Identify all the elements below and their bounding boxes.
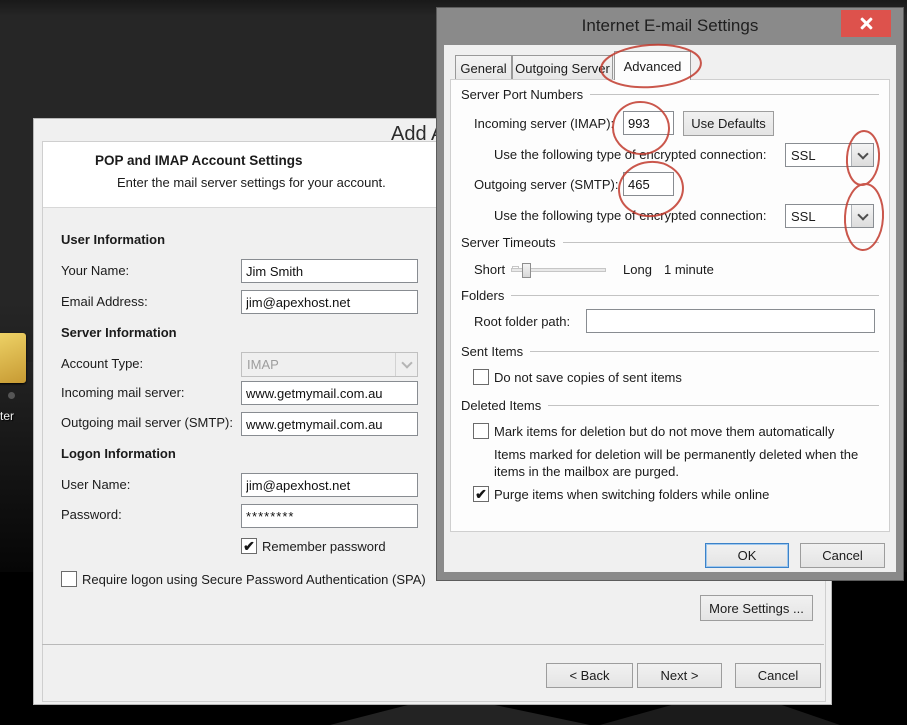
checkbox-mark-items[interactable] <box>473 423 489 439</box>
checkbox-purge-items[interactable]: ✔ <box>473 486 489 502</box>
wizard-header-subtitle: Enter the mail server settings for your … <box>117 175 386 190</box>
close-button[interactable] <box>841 10 891 37</box>
deleted-items-note: Items marked for deletion will be perman… <box>494 446 876 480</box>
group-folders: Folders <box>461 288 879 303</box>
group-deleted-items: Deleted Items <box>461 398 879 413</box>
user-name-input[interactable] <box>241 473 418 497</box>
password-label: Password: <box>61 507 122 522</box>
chevron-down-icon[interactable] <box>851 144 873 166</box>
tab-outgoing-server[interactable]: Outgoing Server <box>512 55 613 80</box>
ok-button[interactable]: OK <box>705 543 789 568</box>
group-sent-items-caption: Sent Items <box>461 344 523 359</box>
outgoing-encryption-value: SSL <box>786 209 851 224</box>
purge-items-label: Purge items when switching folders while… <box>494 487 769 502</box>
account-type-value: IMAP <box>242 357 395 372</box>
timeout-short-label: Short <box>474 262 505 277</box>
section-user-information: User Information <box>61 232 165 247</box>
timeout-long-label: Long <box>623 262 652 277</box>
tab-advanced[interactable]: Advanced <box>614 51 691 80</box>
chevron-down-icon[interactable] <box>851 205 873 227</box>
desktop-icon-label: ter <box>0 409 14 423</box>
outgoing-mail-server-label: Outgoing mail server (SMTP): <box>61 415 233 430</box>
incoming-mail-server-label: Incoming mail server: <box>61 385 185 400</box>
outgoing-encryption-label: Use the following type of encrypted conn… <box>494 208 766 223</box>
slider-thumb[interactable] <box>522 263 531 278</box>
password-input[interactable] <box>241 504 418 528</box>
account-type-label: Account Type: <box>61 356 143 371</box>
do-not-save-copies-label: Do not save copies of sent items <box>494 370 682 385</box>
checkbox-spa[interactable] <box>61 571 77 587</box>
back-button[interactable]: < Back <box>546 663 633 688</box>
group-sent-items: Sent Items <box>461 344 879 359</box>
email-address-label: Email Address: <box>61 294 148 309</box>
desktop-icon-decoration <box>8 392 15 399</box>
outgoing-port-input[interactable] <box>623 172 674 196</box>
your-name-label: Your Name: <box>61 263 129 278</box>
incoming-port-input[interactable] <box>623 111 674 135</box>
email-address-input[interactable] <box>241 290 418 314</box>
your-name-input[interactable] <box>241 259 418 283</box>
account-type-select: IMAP <box>241 352 418 377</box>
checkbox-remember-password[interactable]: ✔ <box>241 538 257 554</box>
group-server-timeouts: Server Timeouts <box>461 235 879 250</box>
incoming-encryption-select[interactable]: SSL <box>785 143 874 167</box>
use-defaults-button[interactable]: Use Defaults <box>683 111 774 136</box>
email-settings-client-area: General Outgoing Server Advanced Server … <box>444 45 896 572</box>
incoming-encryption-label: Use the following type of encrypted conn… <box>494 147 766 162</box>
outgoing-encryption-select[interactable]: SSL <box>785 204 874 228</box>
group-deleted-items-caption: Deleted Items <box>461 398 541 413</box>
desktop: ter Add A POP and IMAP Account Settings … <box>0 0 907 725</box>
tab-general[interactable]: General <box>455 55 512 80</box>
incoming-encryption-value: SSL <box>786 148 851 163</box>
advanced-tab-panel: Server Port Numbers Incoming server (IMA… <box>450 79 890 532</box>
email-settings-title: Internet E-mail Settings <box>437 16 903 36</box>
outgoing-mail-server-input[interactable] <box>241 412 418 436</box>
wizard-header-title: POP and IMAP Account Settings <box>95 153 303 168</box>
email-settings-dialog: Internet E-mail Settings General Outgoin… <box>437 8 903 580</box>
desktop-folder-icon[interactable] <box>0 333 26 383</box>
user-name-label: User Name: <box>61 477 130 492</box>
settings-cancel-button[interactable]: Cancel <box>800 543 885 568</box>
root-folder-label: Root folder path: <box>474 314 570 329</box>
group-folders-caption: Folders <box>461 288 504 303</box>
remember-password-label: Remember password <box>262 539 386 554</box>
group-server-port-numbers: Server Port Numbers <box>461 87 879 102</box>
mark-items-label: Mark items for deletion but do not move … <box>494 424 834 439</box>
wizard-cancel-button[interactable]: Cancel <box>735 663 821 688</box>
section-server-information: Server Information <box>61 325 177 340</box>
checkbox-do-not-save-copies[interactable] <box>473 369 489 385</box>
more-settings-button[interactable]: More Settings ... <box>700 595 813 621</box>
timeout-value: 1 minute <box>664 262 714 277</box>
next-button[interactable]: Next > <box>637 663 722 688</box>
incoming-port-label: Incoming server (IMAP): <box>474 116 614 131</box>
close-icon <box>860 17 873 30</box>
chevron-down-icon <box>395 353 417 376</box>
outgoing-port-label: Outgoing server (SMTP): <box>474 177 619 192</box>
section-logon-information: Logon Information <box>61 446 176 461</box>
spa-label: Require logon using Secure Password Auth… <box>82 572 426 587</box>
group-server-port-numbers-caption: Server Port Numbers <box>461 87 583 102</box>
group-server-timeouts-caption: Server Timeouts <box>461 235 556 250</box>
footer-divider <box>42 644 824 645</box>
root-folder-input[interactable] <box>586 309 875 333</box>
incoming-mail-server-input[interactable] <box>241 381 418 405</box>
